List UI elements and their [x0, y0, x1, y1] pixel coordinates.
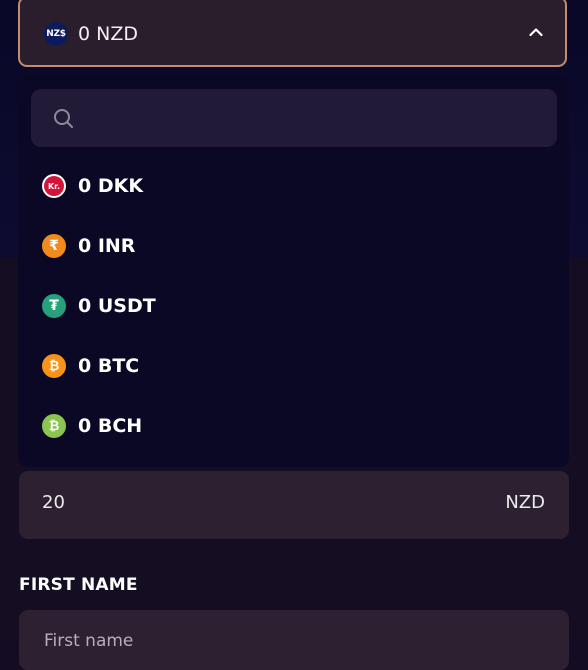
currency-option-label: 0 BTC	[78, 355, 140, 377]
bitcoin-icon: ₿	[42, 354, 66, 378]
nzd-logo-icon: NZ$	[44, 22, 68, 46]
currency-option-dkk[interactable]: Kr. 0 DKK	[18, 158, 569, 214]
chevron-up-icon[interactable]	[529, 27, 543, 37]
first-name-input[interactable]	[42, 628, 546, 654]
currency-option-bch[interactable]: ₿ 0 BCH	[18, 398, 569, 454]
tether-icon: ₮	[42, 294, 66, 318]
currency-option-label: 0 DKK	[78, 175, 144, 197]
first-name-field[interactable]	[19, 610, 569, 670]
krone-icon: Kr.	[42, 174, 66, 198]
currency-option-btc[interactable]: ₿ 0 BTC	[18, 338, 569, 394]
search-icon	[54, 109, 73, 128]
amount-field[interactable]: 20 NZD	[19, 471, 569, 539]
currency-option-label: 0 INR	[78, 235, 136, 257]
currency-option-label: 0 BCH	[78, 415, 143, 437]
selected-currency-label: 0 NZD	[78, 23, 138, 45]
currency-search-box[interactable]	[31, 89, 557, 147]
currency-option-label: 0 USDT	[78, 295, 156, 317]
amount-currency: NZD	[505, 492, 545, 513]
currency-selector[interactable]: NZ$ 0 NZD	[18, 0, 567, 67]
currency-option-inr[interactable]: ₹ 0 INR	[18, 218, 569, 274]
bitcoin-cash-icon: ₿	[42, 414, 66, 438]
currency-dropdown: Kr. 0 DKK ₹ 0 INR ₮ 0 USDT ₿ 0 BTC ₿ 0 B…	[18, 75, 569, 467]
currency-search-input[interactable]	[91, 99, 545, 139]
currency-option-usdt[interactable]: ₮ 0 USDT	[18, 278, 569, 334]
first-name-label: FIRST NAME	[19, 575, 138, 595]
amount-value: 20	[42, 492, 65, 513]
rupee-icon: ₹	[42, 234, 66, 258]
